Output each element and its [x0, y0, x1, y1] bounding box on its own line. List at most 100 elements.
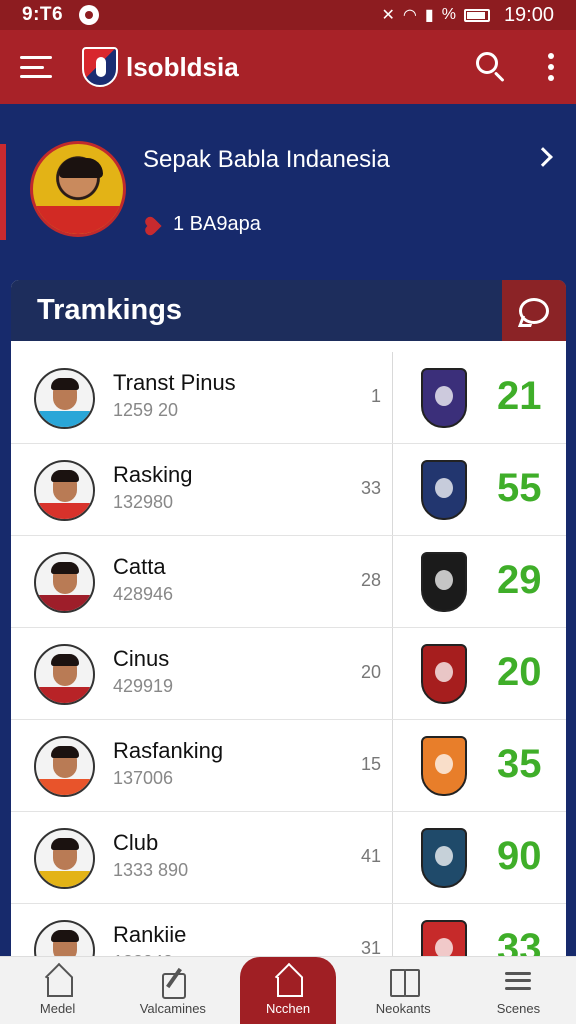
player-score: 35 [497, 742, 542, 786]
heart-icon [139, 212, 167, 240]
signal-percent: % [441, 6, 456, 23]
home-active-icon [273, 967, 303, 997]
status-time-right: 19:00 [503, 3, 554, 26]
club-crest-icon [421, 920, 467, 956]
player-number: 33 [360, 478, 381, 498]
rankings-header: Tramkings [11, 280, 566, 341]
nav-label: Valcamines [139, 1001, 206, 1016]
player-score: 33 [497, 926, 542, 956]
player-number: 31 [360, 938, 381, 956]
player-shirt [36, 595, 93, 611]
mute-icon: ✕ [381, 7, 395, 24]
profile-avatar [30, 141, 126, 237]
player-code: 429919 [113, 676, 174, 696]
player-shirt [36, 687, 93, 703]
player-shirt [36, 871, 93, 887]
more-options-icon[interactable] [546, 53, 556, 81]
player-code: 132980 [113, 492, 174, 512]
profile-meta-text: 1 BA9apa [173, 212, 261, 235]
player-code: 1259 20 [113, 400, 179, 420]
player-avatar [34, 828, 95, 889]
player-name: Club [113, 830, 159, 855]
profile-card[interactable]: Sepak Babla Indanesia 1 BA9apa [0, 104, 576, 280]
list-icon [503, 967, 533, 995]
rankings-list: Transt Pinus 1259 20 1 21 Rasking 132980 33 55 C… [11, 352, 566, 956]
club-crest-icon [421, 828, 467, 888]
player-hair [51, 930, 79, 942]
player-avatar [34, 920, 95, 956]
club-crest-icon [421, 552, 467, 612]
player-score: 20 [497, 650, 542, 694]
player-hair [51, 838, 79, 850]
player-score: 55 [497, 466, 542, 510]
app-bar-actions [474, 50, 556, 84]
player-avatar [34, 552, 95, 613]
profile-name: Sepak Babla Indanesia [143, 146, 390, 173]
player-hair [51, 378, 79, 390]
player-hair [51, 654, 79, 666]
club-crest-icon [421, 368, 467, 428]
status-time-left: 9:Т6 [22, 4, 64, 25]
bottom-nav: Medel Valcamines Ncchen Neokants Scenes [0, 956, 576, 1024]
nav-label: Neokants [375, 1001, 431, 1016]
book-icon [388, 967, 421, 997]
nav-item-neokants[interactable]: Neokants [346, 957, 461, 1024]
player-avatar [34, 460, 95, 521]
player-number: 28 [360, 570, 381, 590]
ranking-row[interactable]: Catta 428946 28 29 [11, 536, 566, 628]
chat-icon [519, 297, 549, 324]
nav-item-valcamines[interactable]: Valcamines [115, 957, 230, 1024]
home-icon [43, 967, 73, 997]
chat-button[interactable] [502, 280, 566, 341]
player-number: 20 [360, 662, 381, 682]
club-crest-icon [421, 460, 467, 520]
player-hair [51, 470, 79, 482]
profile-meta: 1 BA9apa [143, 212, 261, 236]
player-name: Transt Pinus [113, 370, 236, 395]
nav-item-scenes[interactable]: Scenes [461, 957, 576, 1024]
nav-label: Scenes [496, 1001, 541, 1016]
club-crest-icon [421, 736, 467, 796]
battery-icon [463, 8, 490, 22]
notification-icon [79, 5, 100, 25]
nav-item-ncchen[interactable]: Ncchen [230, 957, 345, 1024]
player-name: Cinus [113, 646, 170, 671]
menu-icon[interactable] [20, 56, 52, 78]
app-title: lsobldsia [126, 51, 239, 82]
profile-accent [0, 144, 6, 240]
player-shirt [36, 779, 93, 795]
nav-label: Ncchen [265, 1001, 311, 1016]
player-avatar [34, 736, 95, 797]
ranking-row[interactable]: Rasking 132980 33 55 [11, 444, 566, 536]
player-hair [51, 562, 79, 574]
search-icon[interactable] [474, 50, 508, 84]
signal-icon: ▮ [424, 7, 434, 24]
rankings-card: Tramkings Transt Pinus 1259 20 1 21 Rasking 1… [11, 280, 566, 956]
player-hair [51, 746, 79, 758]
app-logo [82, 47, 118, 87]
player-name: Rasfanking [113, 738, 224, 763]
player-shirt [36, 411, 93, 427]
player-number: 41 [360, 846, 381, 866]
player-code: 137006 [113, 768, 174, 788]
player-name: Catta [113, 554, 166, 579]
chevron-right-icon[interactable] [533, 147, 553, 167]
rankings-title: Tramkings [37, 294, 183, 326]
player-score: 29 [497, 558, 542, 602]
wifi-icon: ◠ [402, 7, 417, 24]
ranking-row[interactable]: Rasfanking 137006 15 35 [11, 720, 566, 812]
nav-item-medel[interactable]: Medel [0, 957, 115, 1024]
player-code: 428946 [113, 584, 174, 604]
club-crest-icon [421, 644, 467, 704]
status-bar: 9:Т6 ✕ ◠ ▮ % 19:00 [0, 0, 576, 30]
player-score: 21 [497, 374, 542, 418]
ranking-row[interactable]: Club 1333 890 41 90 [11, 812, 566, 904]
ranking-row[interactable]: Transt Pinus 1259 20 1 21 [11, 352, 566, 444]
ranking-row[interactable]: Rankiie1329403133 [11, 904, 566, 956]
ranking-row[interactable]: Cinus 429919 20 20 [11, 628, 566, 720]
player-number: 1 [370, 386, 381, 406]
player-score: 90 [497, 834, 542, 878]
player-name: Rasking [113, 462, 193, 487]
app-bar: lsobldsia [0, 30, 576, 104]
player-name: Rankiie [113, 922, 187, 947]
